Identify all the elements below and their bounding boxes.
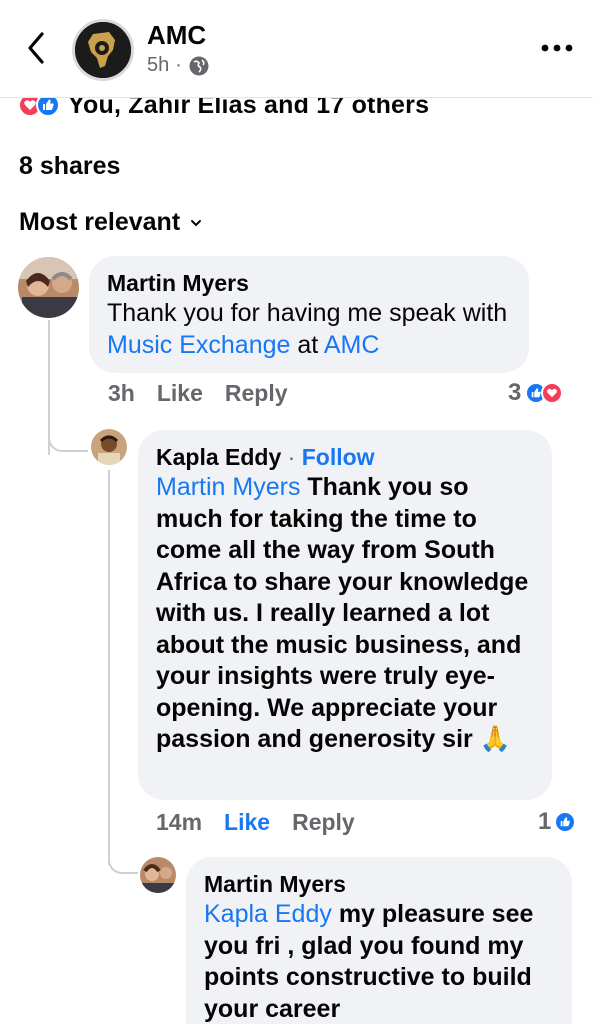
- comment-reactions[interactable]: 1: [538, 808, 577, 836]
- avatar-photo: [91, 429, 127, 465]
- comment-actions: 3h Like Reply: [108, 380, 288, 407]
- comment-text: Thank you for having me speak with Music…: [107, 299, 508, 359]
- page-name[interactable]: AMC: [147, 20, 206, 51]
- comment-author[interactable]: Martin Myers: [107, 268, 511, 298]
- thread-line: [108, 470, 110, 865]
- globe-icon: [189, 56, 209, 75]
- reply-button[interactable]: Reply: [225, 380, 288, 407]
- page-avatar[interactable]: [72, 19, 134, 81]
- africa-logo-icon: [75, 22, 131, 78]
- thread-connector: [108, 840, 138, 874]
- thread-connector: [48, 420, 88, 452]
- reaction-count: 3: [508, 379, 522, 406]
- like-button[interactable]: Like: [224, 809, 270, 836]
- mention-link[interactable]: AMC: [324, 331, 380, 359]
- avatar-photo: [18, 257, 79, 318]
- sort-dropdown[interactable]: Most relevant: [19, 208, 202, 237]
- comment-author-line: Kapla Eddy · Follow: [156, 442, 534, 472]
- comment-author[interactable]: Kapla Eddy: [156, 444, 281, 470]
- post-time: 5h: [147, 54, 170, 76]
- sort-label: Most relevant: [19, 208, 181, 236]
- comment-text: Kapla Eddy my pleasure see you fri , gla…: [204, 900, 534, 1023]
- more-horizontal-icon[interactable]: [540, 40, 574, 56]
- avatar-photo: [140, 857, 176, 893]
- mention-link[interactable]: Kapla Eddy: [204, 900, 332, 928]
- mention-link[interactable]: Music Exchange: [107, 331, 290, 359]
- comment-reactions[interactable]: 3: [508, 379, 564, 407]
- avatar[interactable]: [18, 257, 79, 318]
- avatar[interactable]: [140, 857, 176, 893]
- mention-link[interactable]: Martin Myers: [156, 473, 300, 501]
- comment-bubble: Martin Myers Thank you for having me spe…: [89, 256, 529, 373]
- separator-dot: ·: [287, 444, 296, 470]
- comment-time: 3h: [108, 380, 135, 406]
- comment-author[interactable]: Martin Myers: [204, 869, 554, 899]
- follow-button[interactable]: Follow: [302, 444, 375, 470]
- comment-time: 14m: [156, 809, 203, 835]
- like-reaction-icon: [554, 811, 577, 833]
- comment-text: Martin Myers Thank you so much for takin…: [156, 473, 529, 753]
- post-header: AMC 5h ·: [0, 0, 593, 98]
- reaction-count: 1: [538, 808, 552, 835]
- post-meta: 5h ·: [147, 54, 210, 77]
- shares-count[interactable]: 8 shares: [19, 152, 120, 181]
- comment-bubble: Kapla Eddy · Follow Martin Myers Thank y…: [138, 430, 552, 800]
- comment-bubble: Martin Myers Kapla Eddy my pleasure see …: [186, 857, 572, 1024]
- chevron-left-icon[interactable]: [22, 30, 50, 66]
- reply-button[interactable]: Reply: [292, 809, 355, 836]
- like-button[interactable]: Like: [157, 380, 203, 407]
- meta-separator: ·: [175, 54, 182, 76]
- love-reaction-icon: [541, 382, 564, 404]
- chevron-down-icon: [191, 219, 202, 226]
- comment-actions: 14m Like Reply: [156, 809, 355, 836]
- pray-emoji-icon: 🙏: [479, 725, 511, 753]
- avatar[interactable]: [91, 429, 127, 465]
